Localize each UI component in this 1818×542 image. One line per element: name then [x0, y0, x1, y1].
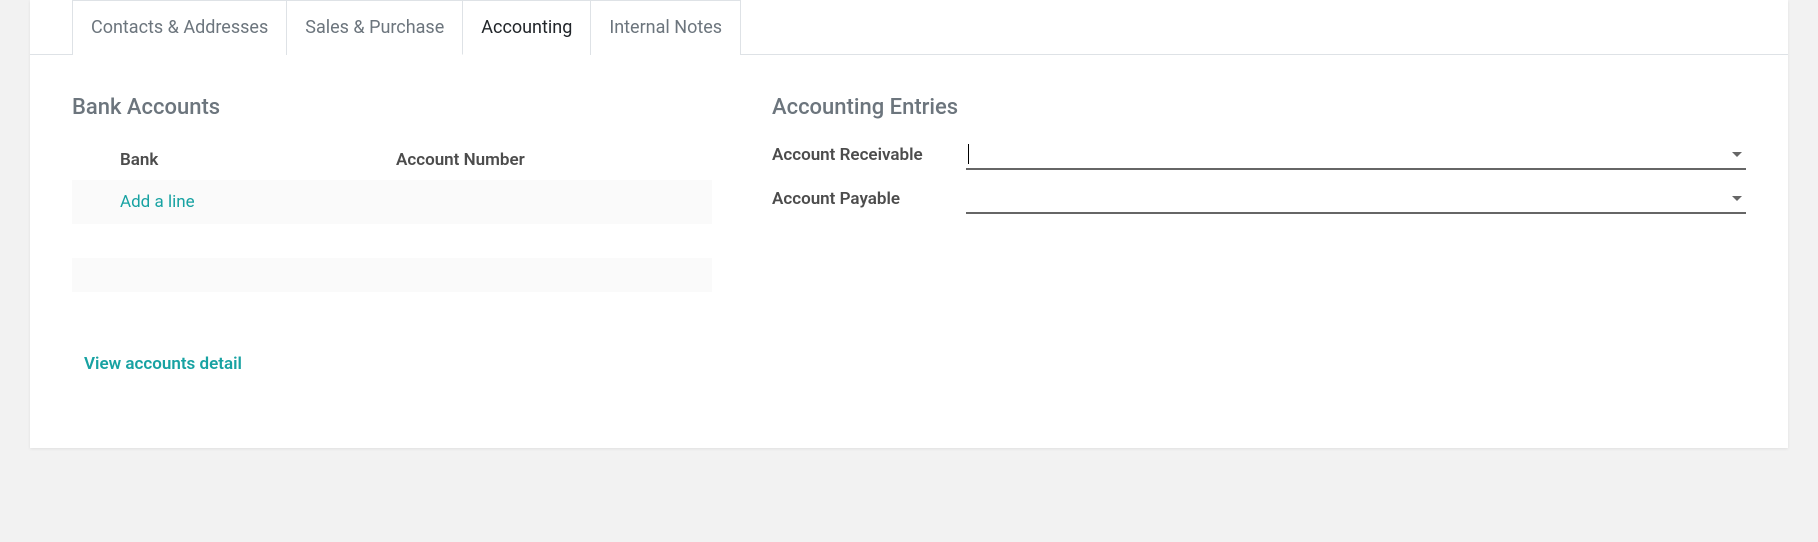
- account-payable-label: Account Payable: [772, 189, 966, 209]
- account-receivable-label: Account Receivable: [772, 145, 966, 165]
- accounting-entries-title: Accounting Entries: [772, 95, 1746, 120]
- bank-accounts-section: Bank Accounts Bank Account Number Add a …: [72, 95, 712, 374]
- account-number-column-header[interactable]: Account Number: [396, 150, 712, 170]
- account-payable-input[interactable]: [966, 185, 1732, 211]
- bank-column-header[interactable]: Bank: [120, 150, 396, 170]
- content-area: Bank Accounts Bank Account Number Add a …: [30, 55, 1788, 424]
- chevron-down-icon[interactable]: [1732, 196, 1742, 201]
- tabs-row: Contacts & Addresses Sales & Purchase Ac…: [30, 0, 1788, 55]
- account-receivable-input-wrap[interactable]: [966, 140, 1746, 170]
- bank-accounts-table: Bank Account Number Add a line: [72, 140, 712, 292]
- page-wrapper: Contacts & Addresses Sales & Purchase Ac…: [30, 0, 1788, 448]
- bank-table-footer: [72, 258, 712, 292]
- bank-table-add-row: Add a line: [72, 180, 712, 224]
- chevron-down-icon[interactable]: [1732, 152, 1742, 157]
- view-accounts-detail-link[interactable]: View accounts detail: [84, 354, 242, 374]
- bank-table-header: Bank Account Number: [72, 140, 712, 180]
- tab-contacts-addresses[interactable]: Contacts & Addresses: [72, 0, 287, 55]
- text-cursor: [968, 144, 969, 164]
- tab-internal-notes[interactable]: Internal Notes: [590, 0, 741, 55]
- account-payable-input-wrap[interactable]: [966, 184, 1746, 214]
- accounting-entries-section: Accounting Entries Account Receivable Ac…: [772, 95, 1746, 374]
- bank-accounts-title: Bank Accounts: [72, 95, 712, 120]
- add-a-line-link[interactable]: Add a line: [120, 192, 195, 212]
- tab-accounting[interactable]: Accounting: [462, 0, 591, 55]
- account-receivable-input[interactable]: [966, 141, 1732, 167]
- account-receivable-row: Account Receivable: [772, 140, 1746, 170]
- tab-sales-purchase[interactable]: Sales & Purchase: [286, 0, 463, 55]
- account-payable-row: Account Payable: [772, 184, 1746, 214]
